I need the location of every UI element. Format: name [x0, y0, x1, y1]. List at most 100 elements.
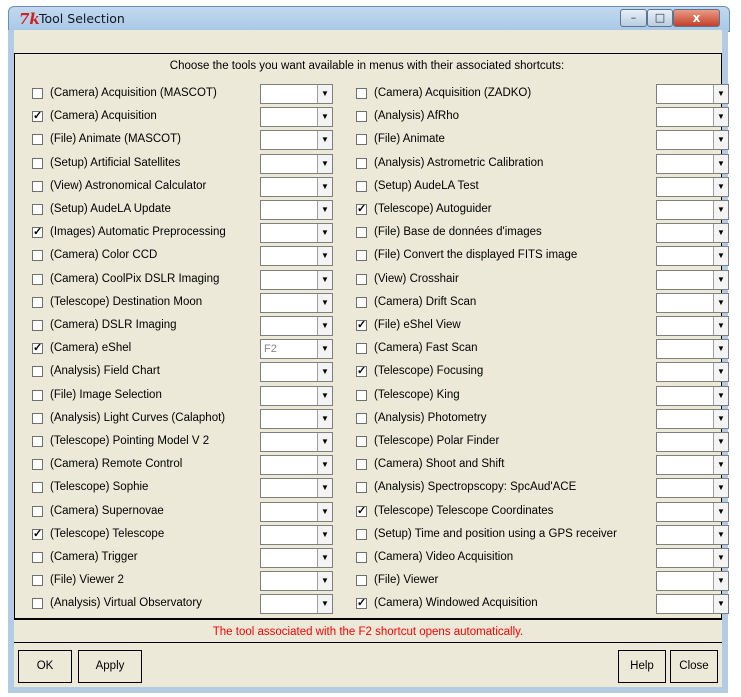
- dropdown-arrow-icon[interactable]: ▼: [317, 247, 332, 266]
- tool-checkbox[interactable]: [32, 320, 43, 331]
- shortcut-select[interactable]: ▼: [656, 269, 729, 290]
- shortcut-select[interactable]: ▼: [656, 223, 729, 244]
- tool-checkbox[interactable]: [32, 180, 43, 192]
- shortcut-select[interactable]: ▼: [260, 292, 333, 313]
- shortcut-select[interactable]: ▼: [260, 455, 333, 476]
- shortcut-select[interactable]: ▼: [260, 84, 333, 104]
- tool-checkbox[interactable]: [32, 575, 43, 587]
- dropdown-arrow-icon[interactable]: ▼: [713, 549, 728, 567]
- shortcut-select[interactable]: ▼: [260, 269, 333, 290]
- shortcut-select[interactable]: ▼: [656, 130, 729, 151]
- shortcut-select[interactable]: ▼: [656, 153, 729, 174]
- shortcut-select[interactable]: ▼: [656, 200, 729, 220]
- tool-checkbox[interactable]: [356, 528, 367, 540]
- tool-checkbox[interactable]: [356, 412, 367, 424]
- dropdown-arrow-icon[interactable]: ▼: [713, 201, 728, 219]
- shortcut-select[interactable]: ▼: [260, 107, 333, 128]
- shortcut-select[interactable]: ▼: [656, 84, 729, 104]
- dropdown-arrow-icon[interactable]: ▼: [713, 224, 728, 243]
- dropdown-arrow-icon[interactable]: ▼: [317, 386, 332, 405]
- shortcut-select[interactable]: ▼: [260, 362, 333, 383]
- dropdown-arrow-icon[interactable]: ▼: [713, 502, 728, 521]
- tool-checkbox[interactable]: [356, 180, 367, 192]
- title-bar[interactable]: 7k Tool Selection – □ x: [8, 6, 730, 32]
- shortcut-select[interactable]: ▼: [260, 548, 333, 568]
- tool-checkbox[interactable]: [32, 366, 43, 378]
- tool-checkbox[interactable]: ✓: [356, 598, 367, 610]
- shortcut-select[interactable]: ▼: [260, 246, 333, 267]
- dropdown-arrow-icon[interactable]: ▼: [713, 317, 728, 335]
- tool-checkbox[interactable]: ✓: [356, 204, 367, 215]
- dropdown-arrow-icon[interactable]: ▼: [713, 386, 728, 405]
- close-button[interactable]: Close: [670, 650, 718, 683]
- shortcut-select[interactable]: ▼: [260, 200, 333, 220]
- dropdown-arrow-icon[interactable]: ▼: [713, 108, 728, 127]
- tool-checkbox[interactable]: [356, 88, 367, 99]
- tool-checkbox[interactable]: [32, 598, 43, 610]
- dropdown-arrow-icon[interactable]: ▼: [713, 595, 728, 614]
- shortcut-select[interactable]: ▼: [260, 316, 333, 336]
- tool-checkbox[interactable]: ✓: [356, 366, 367, 378]
- tool-checkbox[interactable]: [32, 88, 43, 99]
- shortcut-select[interactable]: ▼: [656, 594, 729, 615]
- shortcut-select[interactable]: ▼: [656, 362, 729, 383]
- dropdown-arrow-icon[interactable]: ▼: [317, 595, 332, 614]
- dropdown-arrow-icon[interactable]: ▼: [317, 363, 332, 382]
- dropdown-arrow-icon[interactable]: ▼: [713, 247, 728, 266]
- dropdown-arrow-icon[interactable]: ▼: [713, 293, 728, 312]
- shortcut-select[interactable]: ▼: [656, 501, 729, 522]
- shortcut-select[interactable]: ▼: [260, 594, 333, 615]
- tool-checkbox[interactable]: [32, 134, 43, 146]
- tool-checkbox[interactable]: [356, 482, 367, 494]
- maximize-button[interactable]: □: [647, 9, 673, 27]
- dropdown-arrow-icon[interactable]: ▼: [317, 409, 332, 428]
- shortcut-select[interactable]: ▼: [260, 385, 333, 406]
- dropdown-arrow-icon[interactable]: ▼: [317, 293, 332, 312]
- dropdown-arrow-icon[interactable]: ▼: [713, 85, 728, 103]
- dropdown-arrow-icon[interactable]: ▼: [713, 154, 728, 173]
- tool-checkbox[interactable]: [356, 250, 367, 262]
- tool-checkbox[interactable]: [32, 412, 43, 424]
- tool-checkbox[interactable]: [356, 157, 367, 169]
- close-window-button[interactable]: x: [673, 9, 720, 27]
- tool-checkbox[interactable]: ✓: [356, 505, 367, 517]
- dropdown-arrow-icon[interactable]: ▼: [317, 479, 332, 498]
- dropdown-arrow-icon[interactable]: ▼: [317, 456, 332, 475]
- tool-checkbox[interactable]: [32, 204, 43, 215]
- shortcut-select[interactable]: ▼: [656, 548, 729, 568]
- tool-checkbox[interactable]: [32, 436, 43, 447]
- shortcut-select[interactable]: ▼: [656, 339, 729, 360]
- shortcut-select[interactable]: ▼: [656, 408, 729, 429]
- dropdown-arrow-icon[interactable]: ▼: [317, 131, 332, 150]
- shortcut-select[interactable]: ▼: [260, 153, 333, 174]
- shortcut-select[interactable]: ▼: [656, 246, 729, 267]
- shortcut-select[interactable]: ▼: [656, 107, 729, 128]
- tool-checkbox[interactable]: [32, 157, 43, 169]
- dropdown-arrow-icon[interactable]: ▼: [317, 177, 332, 196]
- dropdown-arrow-icon[interactable]: ▼: [713, 270, 728, 289]
- tool-checkbox[interactable]: [32, 389, 43, 401]
- dropdown-arrow-icon[interactable]: ▼: [317, 85, 332, 103]
- dropdown-arrow-icon[interactable]: ▼: [713, 340, 728, 359]
- minimize-button[interactable]: –: [620, 9, 647, 27]
- dropdown-arrow-icon[interactable]: ▼: [713, 525, 728, 544]
- apply-button[interactable]: Apply: [78, 650, 142, 683]
- shortcut-select[interactable]: ▼: [260, 501, 333, 522]
- shortcut-select[interactable]: ▼: [656, 571, 729, 592]
- dropdown-arrow-icon[interactable]: ▼: [317, 502, 332, 521]
- dropdown-arrow-icon[interactable]: ▼: [317, 317, 332, 335]
- dropdown-arrow-icon[interactable]: ▼: [713, 479, 728, 498]
- shortcut-select[interactable]: ▼: [656, 455, 729, 476]
- dropdown-arrow-icon[interactable]: ▼: [713, 131, 728, 150]
- dropdown-arrow-icon[interactable]: ▼: [713, 409, 728, 428]
- tool-checkbox[interactable]: [356, 273, 367, 285]
- tool-checkbox[interactable]: [356, 134, 367, 146]
- tool-checkbox[interactable]: [356, 436, 367, 447]
- tool-checkbox[interactable]: ✓: [32, 343, 43, 355]
- shortcut-select[interactable]: ▼: [260, 478, 333, 499]
- dropdown-arrow-icon[interactable]: ▼: [317, 572, 332, 591]
- tool-checkbox[interactable]: ✓: [356, 320, 367, 331]
- dropdown-arrow-icon[interactable]: ▼: [317, 270, 332, 289]
- dropdown-arrow-icon[interactable]: ▼: [317, 154, 332, 173]
- tool-checkbox[interactable]: [32, 459, 43, 471]
